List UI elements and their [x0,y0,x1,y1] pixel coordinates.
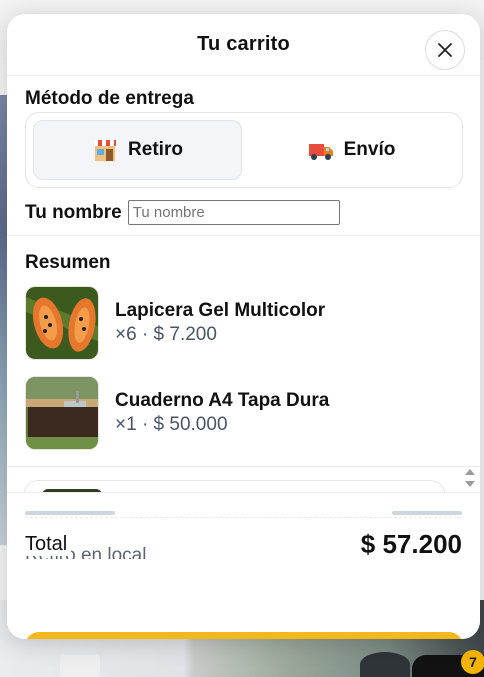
delivery-option-shipping[interactable]: Envío [248,120,455,180]
item-meta: ×6 · $ 7.200 [115,324,217,345]
product-image [25,376,99,450]
background-object [360,652,410,677]
delivery-option-pickup[interactable]: Retiro [33,120,242,180]
item-meta: ×1 · $ 50.000 [115,414,228,435]
delivery-option-label: Retiro [128,139,183,160]
background-object [60,655,100,677]
product-image [25,286,99,360]
item-name: Cuaderno A4 Tapa Dura [115,390,330,411]
list-item: Cuaderno A4 Tapa Dura ×1 · $ 50.000 [25,376,329,450]
total-value: $ 57.200 [356,529,462,560]
divider [7,235,480,236]
modal-header: Tu carrito [7,14,480,76]
item-name: Lapicera Gel Multicolor [115,300,326,321]
delivery-option-label: Envío [343,139,396,160]
subtotal-ghost [25,511,115,515]
delivery-method-toggle: Retiro Envío [25,112,463,188]
name-row: Tu nombre [25,200,340,225]
checkout-button[interactable] [25,632,463,639]
store-icon [92,138,118,162]
subtotal-ghost [392,511,462,515]
delivery-truck-icon [308,138,334,162]
cart-modal: Tu carrito Método de entrega Retiro Enví… [7,14,480,639]
totals-panel: Retiro en local $ 0 Total $ 57.200 [7,492,480,639]
scroll-arrows-icon[interactable] [463,466,477,490]
delivery-method-label: Método de entrega [25,88,194,109]
summary-label: Resumen [25,252,111,273]
name-label: Tu nombre [25,201,122,223]
divider [25,517,462,518]
item-details: Cuaderno A4 Tapa Dura ×1 · $ 50.000 [115,389,329,437]
divider [7,466,480,467]
modal-title: Tu carrito [197,33,290,55]
cart-count-badge: 7 [461,650,484,674]
item-details: Lapicera Gel Multicolor ×6 · $ 7.200 [115,299,325,347]
close-button[interactable] [425,30,465,70]
list-item: Lapicera Gel Multicolor ×6 · $ 7.200 [25,286,325,360]
close-icon [438,43,452,57]
total-label: Total [25,533,72,556]
name-input[interactable] [127,200,340,225]
